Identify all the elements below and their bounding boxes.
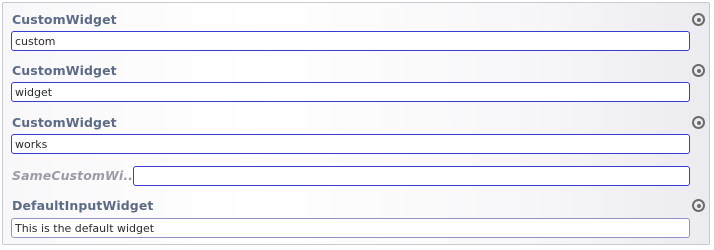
radio-target-icon[interactable] <box>692 13 705 26</box>
default-input[interactable] <box>11 218 690 238</box>
radio-target-icon[interactable] <box>692 116 705 129</box>
radio-target-icon[interactable] <box>692 199 705 212</box>
field-label: CustomWidget <box>12 12 117 27</box>
field-label: CustomWidget <box>12 115 117 130</box>
radio-target-icon[interactable] <box>692 64 705 77</box>
field-label: CustomWidget <box>12 63 117 78</box>
field-label-truncated: SameCustomWi... <box>12 168 138 183</box>
field-label: DefaultInputWidget <box>12 198 154 213</box>
widget-input[interactable] <box>11 82 690 102</box>
custom-input[interactable] <box>11 31 690 51</box>
works-input[interactable] <box>11 134 690 154</box>
same-custom-input[interactable] <box>133 166 690 186</box>
custom-widget-form: CustomWidget CustomWidget CustomWidget S… <box>2 2 710 245</box>
